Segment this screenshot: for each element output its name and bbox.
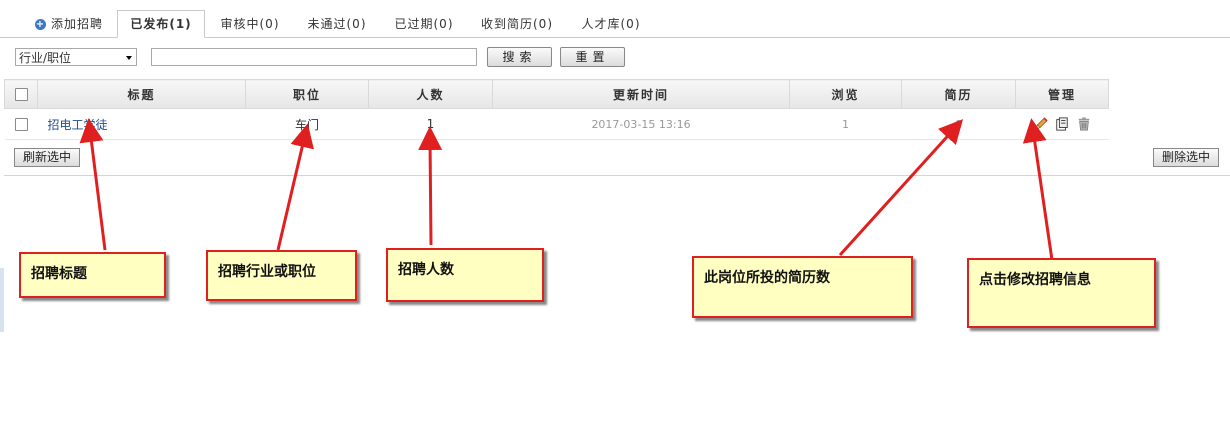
tab-published[interactable]: 已发布(1)	[117, 10, 205, 38]
tab-label: 已发布(1)	[130, 17, 192, 31]
row-title-cell: 招电工学徒	[37, 108, 246, 140]
header-manage: 管理	[1015, 79, 1109, 109]
plus-circle-icon: +	[34, 19, 46, 30]
chevron-down-icon	[126, 56, 132, 60]
arrow-position	[276, 123, 314, 251]
header-views[interactable]: 浏览	[789, 79, 902, 109]
annotation-edit: 点击修改招聘信息	[967, 258, 1156, 328]
edit-pencil-icon[interactable]	[1034, 117, 1048, 131]
row-count-cell: 1	[368, 108, 493, 140]
tab-label: 未通过(0)	[307, 17, 367, 31]
arrow-edit	[1022, 118, 1054, 261]
tab-bar: + 添加招聘 已发布(1) 审核中(0) 未通过(0) 已过期(0) 收到简历(0…	[0, 0, 1230, 38]
table-row: 招电工学徒 车门 1 2017-03-15 13:16 1 0	[4, 108, 1109, 140]
tab-label: 审核中(0)	[220, 17, 280, 31]
tab-received-resumes[interactable]: 收到简历(0)	[470, 11, 564, 37]
annotation-resumes: 此岗位所投的简历数	[692, 256, 913, 318]
row-views-cell: 1	[789, 108, 902, 140]
arrow-resumes	[838, 119, 964, 257]
header-title[interactable]: 标题	[37, 79, 246, 109]
delete-selected-button[interactable]: 删除选中	[1153, 148, 1219, 167]
header-position[interactable]: 职位	[245, 79, 369, 109]
job-views: 1	[842, 117, 849, 131]
select-all-checkbox[interactable]	[14, 88, 28, 101]
copy-document-icon[interactable]	[1055, 117, 1069, 131]
tab-talent-pool[interactable]: 人才库(0)	[571, 11, 651, 37]
category-select[interactable]: 行业/职位	[15, 48, 137, 66]
tab-label: 收到简历(0)	[481, 17, 553, 31]
tab-expired[interactable]: 已过期(0)	[384, 11, 464, 37]
tab-label: 添加招聘	[50, 17, 103, 31]
arrow-count	[418, 126, 443, 246]
annotation-title: 招聘标题	[19, 252, 166, 298]
left-edge-strip	[0, 268, 4, 332]
refresh-selected-button[interactable]: 刷新选中	[14, 148, 80, 167]
tab-label: 已过期(0)	[394, 17, 454, 31]
arrow-title	[79, 118, 107, 251]
search-button[interactable]: 搜索	[487, 47, 552, 67]
reset-button[interactable]: 重置	[560, 47, 625, 67]
row-resumes-cell: 0	[901, 108, 1016, 140]
job-table: 标题 职位 人数 更新时间 浏览 简历 管理 招电工学徒 车门 1 2017-0…	[4, 79, 1109, 140]
row-position-cell: 车门	[245, 108, 369, 140]
select-all-cell	[4, 79, 38, 109]
keyword-input[interactable]	[151, 48, 477, 66]
tab-rejected[interactable]: 未通过(0)	[297, 11, 377, 37]
job-resume-count[interactable]: 0	[955, 118, 962, 131]
annotation-position: 招聘行业或职位	[206, 250, 357, 301]
category-select-value: 行业/职位	[19, 51, 72, 65]
tab-add-recruitment[interactable]: + 添加招聘	[24, 11, 114, 37]
tab-under-review[interactable]: 审核中(0)	[210, 11, 290, 37]
job-updated-time: 2017-03-15 13:16	[591, 117, 691, 131]
row-manage-cell	[1015, 108, 1109, 140]
job-title-link[interactable]: 招电工学徒	[48, 118, 108, 132]
header-updated[interactable]: 更新时间	[492, 79, 790, 109]
row-updated-cell: 2017-03-15 13:16	[492, 108, 790, 140]
header-resumes[interactable]: 简历	[901, 79, 1016, 109]
divider	[4, 175, 1230, 176]
row-checkbox[interactable]	[14, 117, 28, 131]
job-position: 车门	[294, 117, 319, 132]
header-count[interactable]: 人数	[368, 79, 493, 109]
job-headcount: 1	[426, 117, 435, 131]
table-header-row: 标题 职位 人数 更新时间 浏览 简历 管理	[4, 79, 1109, 109]
trash-icon[interactable]	[1077, 117, 1091, 131]
annotation-count: 招聘人数	[386, 248, 544, 302]
tab-label: 人才库(0)	[581, 17, 641, 31]
row-select-cell	[4, 108, 38, 140]
